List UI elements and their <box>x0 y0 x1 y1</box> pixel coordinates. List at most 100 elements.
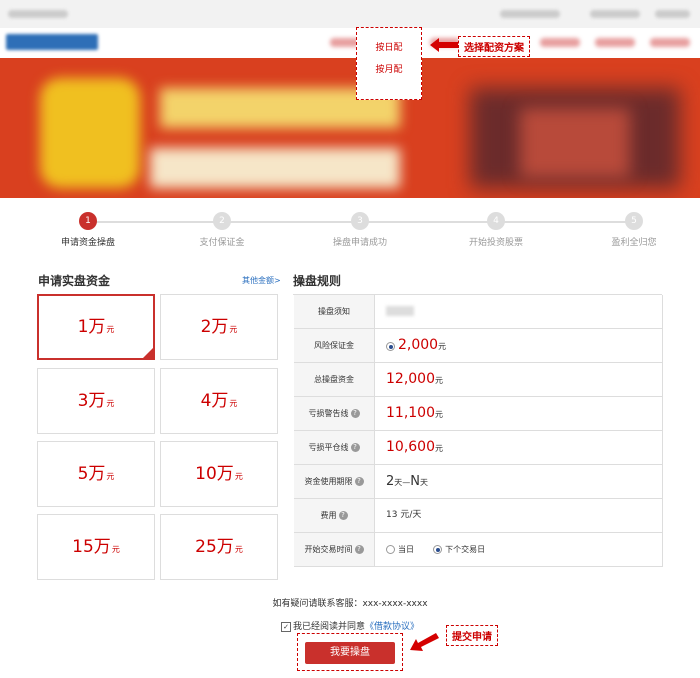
selected-check-icon <box>143 348 153 358</box>
step-number: 4 <box>487 212 505 230</box>
top-bar <box>0 0 700 29</box>
nav-bar <box>0 28 700 58</box>
apply-capital-title: 申请实盘资金 <box>38 274 111 288</box>
other-amount-link[interactable]: 其他金额> <box>242 275 281 286</box>
amount-option-5w[interactable]: 5万元 <box>37 441 155 507</box>
agreement-row: ✓ 我已经阅读并同意《借款协议》 <box>281 619 419 632</box>
amount-option-1w[interactable]: 1万元 <box>37 294 155 360</box>
top-link-blurred <box>590 10 640 18</box>
step-number: 1 <box>79 212 97 230</box>
nav-item-blurred[interactable] <box>595 38 635 47</box>
start-today-label[interactable]: 当日 <box>398 545 414 554</box>
top-bar-text-blurred <box>8 10 68 18</box>
amount-option-4w[interactable]: 4万元 <box>160 368 278 434</box>
help-icon[interactable]: ? <box>350 409 360 418</box>
step-2: 2 支付保证金 <box>167 210 277 248</box>
period-max: N <box>410 474 421 489</box>
rule-key: 风险保证金 <box>294 329 375 362</box>
amount-value: 10万 <box>195 464 234 484</box>
submit-highlight: 我要操盘 <box>297 633 403 671</box>
step-label: 操盘申请成功 <box>332 238 387 248</box>
arrow-icon <box>430 38 458 52</box>
margin-value: 2,000 <box>398 337 439 353</box>
amount-value: 25万 <box>195 537 234 557</box>
callout-select-plan: 选择配资方案 <box>458 36 530 57</box>
amount-unit: 元 <box>234 545 243 554</box>
step-number: 5 <box>625 212 643 230</box>
step-label: 支付保证金 <box>199 238 245 248</box>
close-value: 10,600 <box>386 439 435 455</box>
rule-key: 亏损警告线 <box>308 409 349 418</box>
start-today-radio[interactable] <box>386 545 395 554</box>
amount-option-10w[interactable]: 10万元 <box>160 441 278 507</box>
rules-table: 操盘须知 风险保证金 2,000元 总操盘资金 12,000元 亏损警告线? 1… <box>293 294 663 567</box>
submit-button[interactable]: 我要操盘 <box>305 642 395 664</box>
arrow-icon <box>410 633 439 651</box>
step-number: 3 <box>351 212 369 230</box>
close-unit: 元 <box>435 444 443 453</box>
rule-row-close: 亏损平仓线? 10,600元 <box>294 431 663 465</box>
warn-unit: 元 <box>435 410 443 419</box>
rule-row-notice: 操盘须知 <box>294 295 663 329</box>
rule-key: 亏损平仓线 <box>308 443 349 452</box>
rule-key: 开始交易时间 <box>304 545 353 554</box>
amount-option-2w[interactable]: 2万元 <box>160 294 278 360</box>
help-icon[interactable]: ? <box>354 545 364 554</box>
period-max-unit: 天 <box>420 478 429 487</box>
rule-key: 费用 <box>320 511 337 520</box>
fee-value: 13 元/天 <box>386 510 422 520</box>
nav-item-blurred[interactable] <box>650 38 690 47</box>
user-info-blurred <box>500 10 560 18</box>
start-next-day-label[interactable]: 下个交易日 <box>445 545 485 554</box>
step-number: 2 <box>213 212 231 230</box>
callout-submit-apply: 提交申请 <box>446 625 498 646</box>
amount-value: 1万 <box>77 317 106 337</box>
amount-unit: 元 <box>106 399 115 408</box>
rule-row-start: 开始交易时间? 当日 下个交易日 <box>294 533 663 567</box>
rules-title: 操盘规则 <box>293 274 342 288</box>
agree-text: 我已经阅读并同意 <box>293 622 366 632</box>
amount-option-3w[interactable]: 3万元 <box>37 368 155 434</box>
amount-unit: 元 <box>106 325 115 334</box>
menu-item-monthly[interactable]: 按月配 <box>357 62 421 75</box>
help-icon[interactable]: ? <box>354 477 364 486</box>
amount-value: 15万 <box>72 537 111 557</box>
menu-item-daily[interactable]: 按日配 <box>357 40 421 53</box>
warn-value: 11,100 <box>386 405 435 421</box>
total-unit: 元 <box>435 376 443 385</box>
amount-unit: 元 <box>111 545 120 554</box>
nav-item-blurred[interactable] <box>540 38 580 47</box>
amount-unit: 元 <box>234 472 243 481</box>
amount-option-15w[interactable]: 15万元 <box>37 514 155 580</box>
step-label: 申请资金操盘 <box>60 238 115 248</box>
rule-key: 资金使用期限 <box>304 477 353 486</box>
rule-row-margin: 风险保证金 2,000元 <box>294 329 663 363</box>
rule-key: 操盘须知 <box>294 295 375 328</box>
amount-value: 2万 <box>200 317 229 337</box>
amount-unit: 元 <box>229 399 238 408</box>
help-icon[interactable]: ? <box>338 511 348 520</box>
promo-banner[interactable] <box>0 58 700 198</box>
rule-key: 总操盘资金 <box>294 363 375 396</box>
rule-row-total: 总操盘资金 12,000元 <box>294 363 663 397</box>
amount-value: 3万 <box>77 391 106 411</box>
rule-row-fee: 费用? 13 元/天 <box>294 499 663 533</box>
margin-radio[interactable] <box>386 342 395 351</box>
help-icon[interactable]: ? <box>350 443 360 452</box>
step-4: 4 开始投资股票 <box>441 210 551 248</box>
notice-blurred[interactable] <box>386 305 414 316</box>
step-1: 1 申请资金操盘 <box>33 210 143 248</box>
start-next-day-radio[interactable] <box>433 545 443 554</box>
loan-agreement-link[interactable]: 《借款协议》 <box>365 622 419 632</box>
top-link-blurred <box>655 10 690 18</box>
progress-steps: 1 申请资金操盘 2 支付保证金 3 操盘申请成功 4 开始投资股票 5 盈利全… <box>0 210 700 250</box>
amount-option-25w[interactable]: 25万元 <box>160 514 278 580</box>
step-label: 开始投资股票 <box>468 238 523 248</box>
site-logo[interactable] <box>6 34 98 50</box>
rule-row-warn: 亏损警告线? 11,100元 <box>294 397 663 431</box>
amount-unit: 元 <box>106 472 115 481</box>
agree-checkbox[interactable]: ✓ <box>281 621 291 632</box>
rule-row-period: 资金使用期限? 2天—N天 <box>294 465 663 499</box>
plan-dropdown-menu: 按日配 按月配 <box>356 27 422 100</box>
step-label: 盈利全归您 <box>611 238 657 248</box>
